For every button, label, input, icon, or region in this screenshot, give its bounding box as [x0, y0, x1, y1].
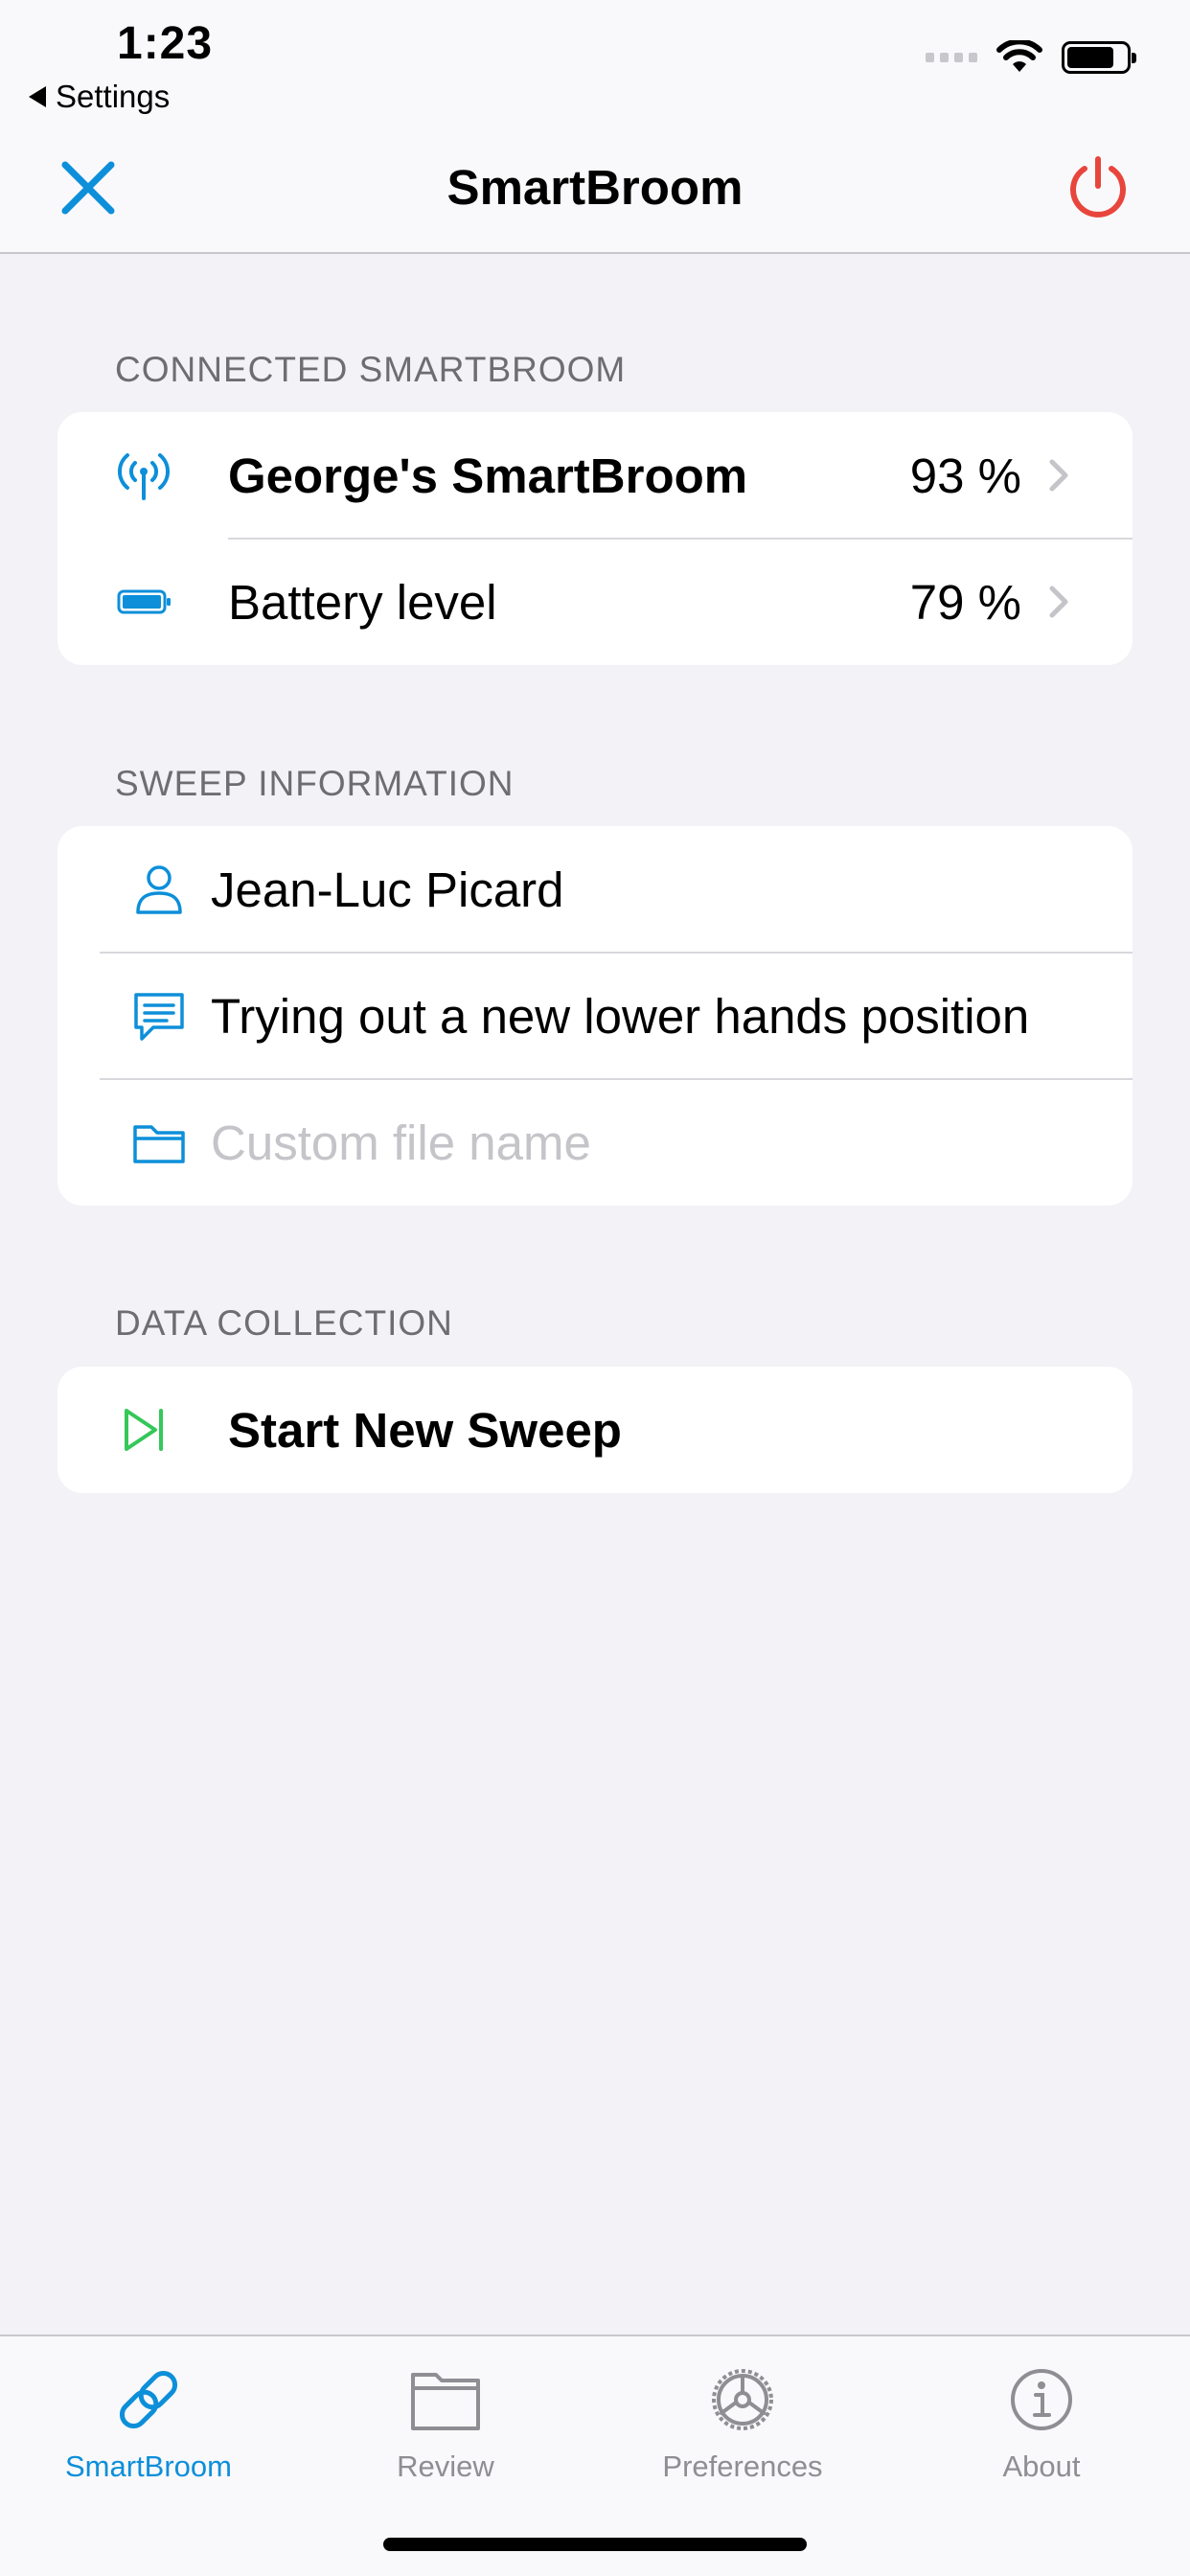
status-time: 1:23 [117, 18, 214, 69]
gear-icon [712, 2369, 773, 2430]
smartbroom-device-row[interactable]: George's SmartBroom 93 % [57, 412, 1133, 539]
start-new-sweep-label: Start New Sweep [228, 1402, 622, 1458]
tab-smartbroom[interactable]: SmartBroom [0, 2361, 297, 2484]
data-section-header: DATA COLLECTION [115, 1303, 453, 1343]
page-title: SmartBroom [446, 160, 744, 215]
back-triangle-icon [29, 86, 46, 107]
start-new-sweep-button[interactable]: Start New Sweep [57, 1367, 1133, 1493]
home-indicator [383, 2538, 807, 2551]
status-battery-icon [1062, 41, 1136, 74]
comment-field[interactable]: Trying out a new lower hands position [57, 953, 1133, 1079]
comment-icon [130, 987, 188, 1045]
battery-level-value: 79 % [909, 574, 1021, 630]
tab-review-label: Review [397, 2450, 494, 2483]
folder-icon [130, 1114, 188, 1171]
back-to-settings-label: Settings [56, 79, 171, 114]
info-icon [1011, 2369, 1072, 2430]
person-icon [130, 861, 188, 918]
folder-icon [411, 2373, 480, 2430]
power-icon[interactable] [1064, 153, 1133, 222]
file-name-field[interactable]: Custom file name [57, 1079, 1133, 1206]
back-to-settings-link[interactable]: Settings [29, 79, 170, 115]
user-name-field[interactable]: Jean-Luc Picard [57, 826, 1133, 953]
battery-level-row[interactable]: Battery level 79 % [57, 539, 1133, 665]
antenna-icon [115, 447, 172, 504]
sweep-card: Jean-Luc Picard Trying out a new lower h… [57, 826, 1133, 1206]
cellular-signal-icon [926, 53, 977, 62]
device-name: George's SmartBroom [228, 448, 748, 503]
file-name-placeholder: Custom file name [211, 1115, 591, 1170]
top-bar: 1:23 Settings SmartBroom [0, 0, 1190, 254]
tab-preferences[interactable]: Preferences [594, 2361, 891, 2484]
link-icon [119, 2370, 178, 2429]
user-name-value: Jean-Luc Picard [211, 862, 564, 917]
battery-level-label: Battery level [228, 574, 497, 630]
connected-card: George's SmartBroom 93 % Battery level 7… [57, 412, 1133, 665]
wifi-icon [996, 40, 1042, 72]
tab-about-label: About [1002, 2450, 1081, 2483]
data-card: Start New Sweep [57, 1367, 1133, 1493]
chevron-right-icon [1049, 586, 1068, 618]
tab-preferences-label: Preferences [662, 2450, 823, 2483]
connected-section-header: CONNECTED SMARTBROOM [115, 350, 627, 389]
sweep-section-header: SWEEP INFORMATION [115, 764, 515, 803]
chevron-right-icon [1049, 459, 1068, 492]
tab-review[interactable]: Review [297, 2361, 594, 2484]
device-signal-value: 93 % [909, 448, 1021, 503]
comment-value: Trying out a new lower hands position [211, 988, 1030, 1044]
status-indicators [926, 40, 1136, 75]
smartbroom-screen: 1:23 Settings SmartBroom CONNECTED SMART… [0, 0, 1190, 2576]
tab-smartbroom-label: SmartBroom [65, 2450, 232, 2483]
tab-about[interactable]: About [893, 2361, 1190, 2484]
battery-icon [115, 573, 172, 631]
play-skip-icon [115, 1401, 172, 1459]
